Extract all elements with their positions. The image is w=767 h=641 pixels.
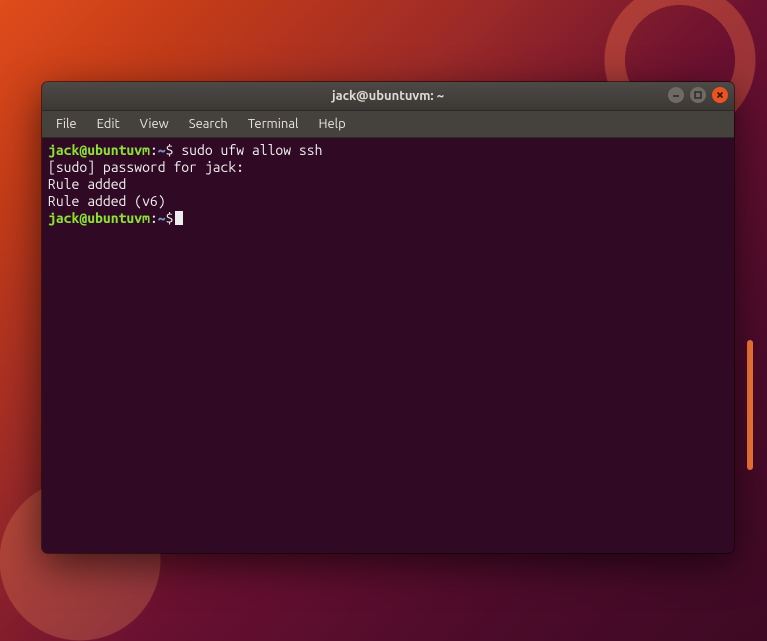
text-cursor [175,211,183,225]
prompt-host: ubuntuvm [87,210,150,226]
output-line-rule-added-v6: Rule added (v6) [48,193,166,209]
maximize-button[interactable] [690,87,706,103]
menu-file[interactable]: File [48,115,85,133]
window-controls [668,87,728,103]
close-button[interactable] [712,87,728,103]
close-icon [715,90,725,100]
window-title: jack@ubuntuvm: ~ [332,89,444,103]
menu-edit[interactable]: Edit [89,115,128,133]
output-line-sudo: [sudo] password for jack: [48,159,244,175]
window-titlebar[interactable]: jack@ubuntuvm: ~ [42,82,734,111]
menu-help[interactable]: Help [310,115,353,133]
decorative-edge-bar [747,340,753,470]
output-line-rule-added: Rule added [48,176,126,192]
menu-bar: File Edit View Search Terminal Help [42,111,734,138]
prompt-line-1: jack@ubuntuvm:~$ [48,142,173,158]
prompt-user: jack [48,210,79,226]
maximize-icon [693,90,703,100]
minimize-icon [671,90,681,100]
prompt-path: ~ [158,142,166,158]
prompt-colon: : [150,142,158,158]
prompt-path: ~ [158,210,166,226]
prompt-symbol: $ [166,210,174,226]
prompt-user: jack [48,142,79,158]
menu-view[interactable]: View [132,115,177,133]
prompt-line-2: jack@ubuntuvm:~$ [48,210,173,226]
terminal-content-area[interactable]: jack@ubuntuvm:~$ sudo ufw allow ssh [sud… [42,138,734,553]
menu-search[interactable]: Search [181,115,236,133]
prompt-host: ubuntuvm [87,142,150,158]
prompt-colon: : [150,210,158,226]
terminal-window: jack@ubuntuvm: ~ File Edit View Search T… [42,82,734,553]
minimize-button[interactable] [668,87,684,103]
desktop-background: jack@ubuntuvm: ~ File Edit View Search T… [0,0,767,641]
menu-terminal[interactable]: Terminal [240,115,307,133]
command-text: sudo ufw allow ssh [173,142,322,158]
